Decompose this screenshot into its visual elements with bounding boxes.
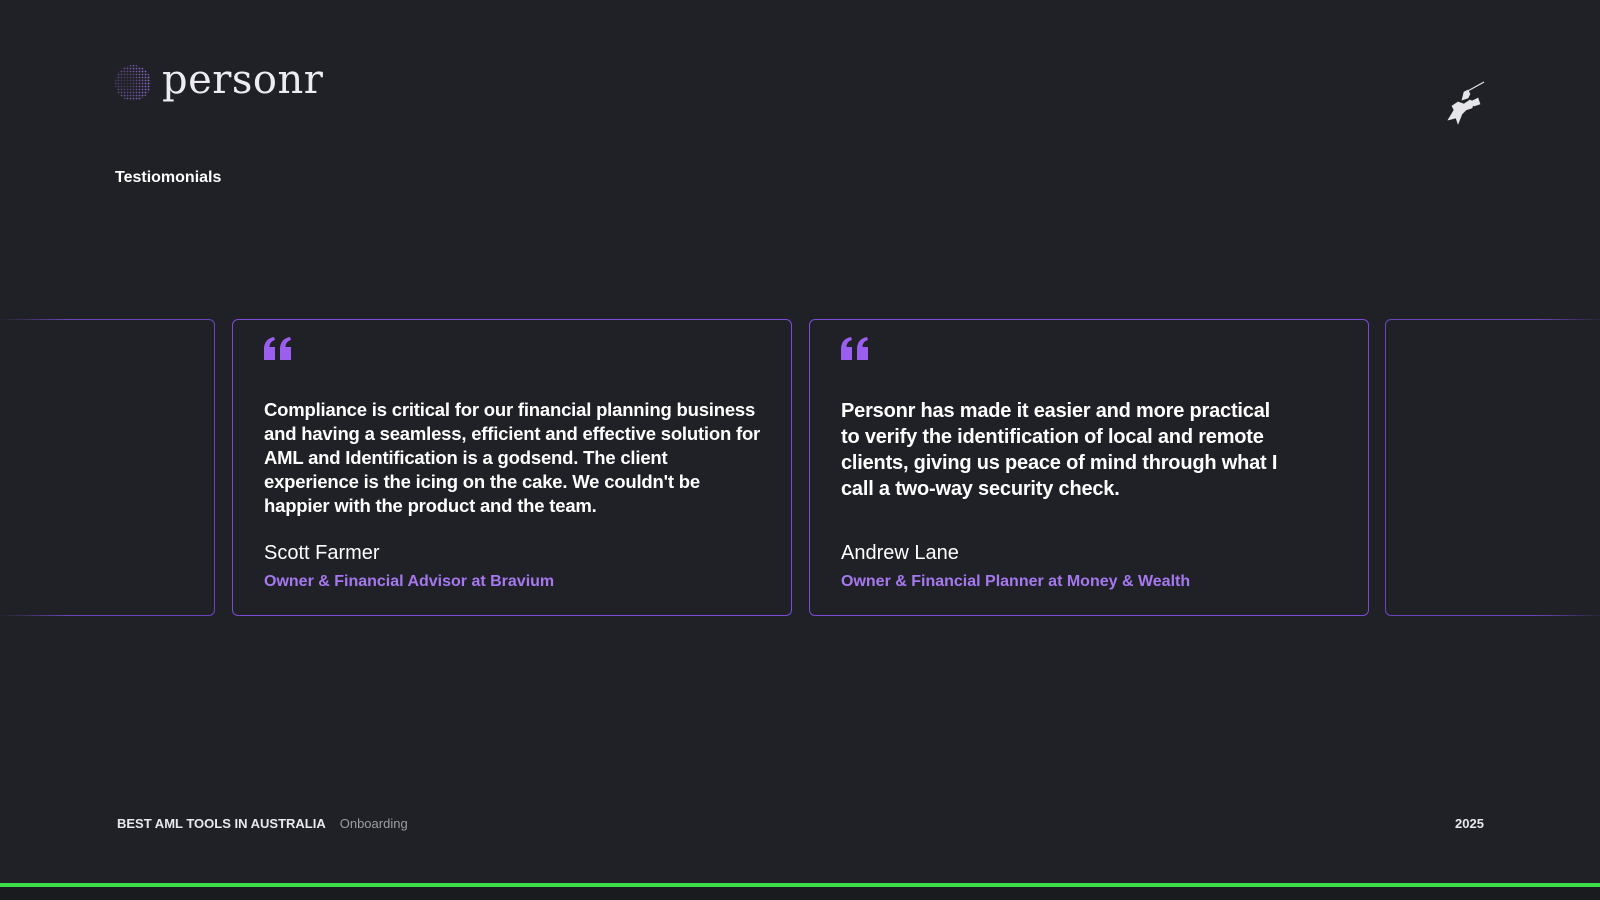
brand-logo: personr: [114, 60, 323, 102]
knight-on-horse-icon: [1447, 81, 1485, 125]
testimonial-card: Personr has made it easier and more prac…: [809, 319, 1369, 616]
footer-left: BEST AML TOOLS IN AUSTRALIA Onboarding: [117, 816, 408, 831]
testimonial-card-next[interactable]: [1385, 318, 1600, 617]
quote-icon: [841, 337, 868, 360]
testimonial-author: Andrew Lane: [841, 542, 959, 564]
footer-year: 2025: [1455, 816, 1484, 831]
slide: personr Testiomonials Compliance is crit…: [0, 0, 1600, 900]
quote-icon: [264, 337, 291, 360]
testimonial-card: Compliance is critical for our financial…: [232, 319, 792, 616]
footer-brand: BEST AML TOOLS IN AUSTRALIA: [117, 816, 326, 831]
testimonial-card-previous[interactable]: [0, 318, 215, 617]
dotted-sphere-icon: [115, 65, 151, 101]
section-title: Testiomonials: [115, 169, 222, 186]
testimonial-quote: Personr has made it easier and more prac…: [841, 400, 1278, 500]
testimonial-role: Owner & Financial Advisor at Bravium: [264, 573, 555, 590]
testimonial-role: Owner & Financial Planner at Money & Wea…: [841, 573, 1191, 590]
testimonial-quote: Compliance is critical for our financial…: [264, 399, 761, 516]
testimonial-carousel[interactable]: Compliance is critical for our financial…: [0, 318, 1600, 619]
testimonial-author: Scott Farmer: [264, 542, 380, 564]
bottom-strip: [0, 887, 1600, 900]
brand-name: personr: [162, 57, 324, 103]
footer-section: Onboarding: [339, 816, 408, 831]
